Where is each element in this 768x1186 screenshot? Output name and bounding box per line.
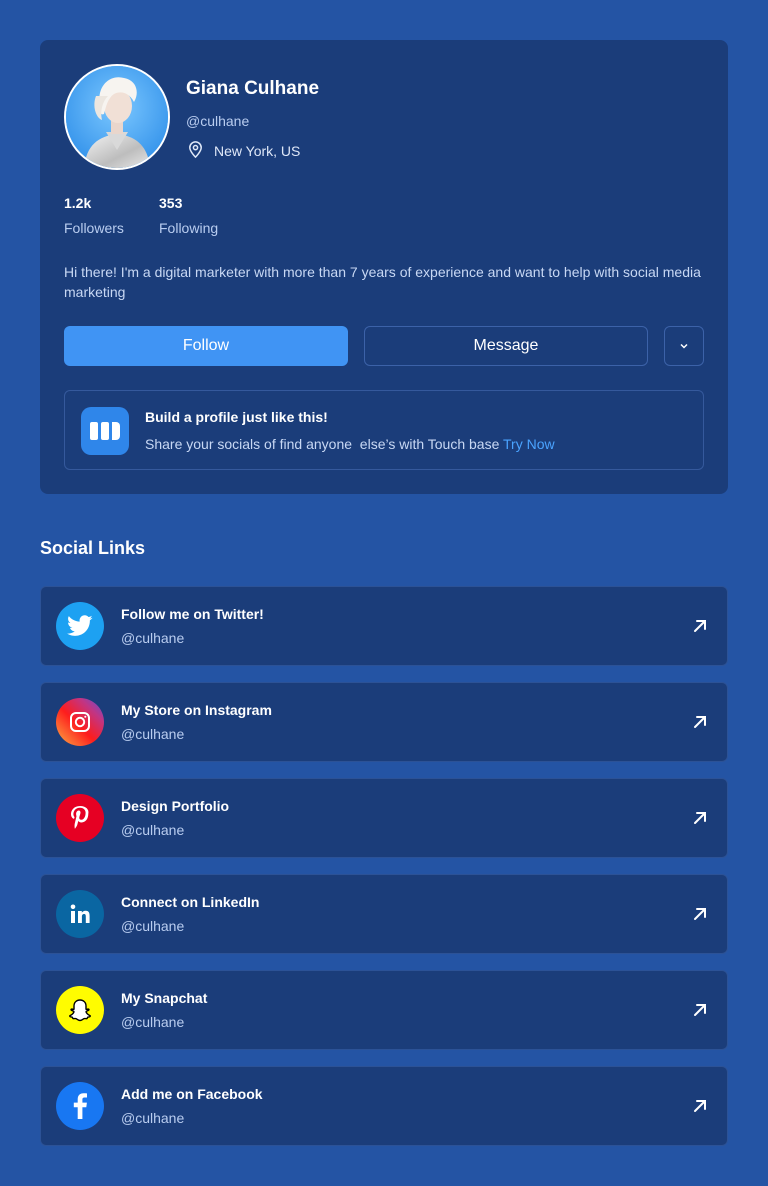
profile-handle: @culhane — [186, 113, 250, 129]
following-count: 353 — [159, 195, 183, 211]
try-now-link[interactable]: Try Now — [503, 436, 555, 452]
link-title: Follow me on Twitter! — [121, 606, 264, 622]
promo-banner: Build a profile just like this! Share yo… — [64, 390, 704, 470]
link-title: Add me on Facebook — [121, 1086, 263, 1102]
message-button[interactable]: Message — [364, 326, 648, 366]
arrow-up-right-icon — [691, 713, 709, 736]
pinterest-icon — [56, 794, 104, 842]
follow-button[interactable]: Follow — [64, 326, 348, 366]
arrow-up-right-icon — [691, 809, 709, 832]
link-title: Design Portfolio — [121, 798, 230, 814]
social-link-facebook[interactable]: Add me on Facebook @culhane — [40, 1066, 728, 1146]
profile-bio: Hi there! I'm a digital marketer with mo… — [64, 264, 701, 300]
chevron-down-icon — [678, 337, 690, 355]
arrow-up-right-icon — [691, 1001, 709, 1024]
snapchat-icon — [56, 986, 104, 1034]
link-handle: @culhane — [121, 1014, 185, 1030]
social-link-pinterest[interactable]: Design Portfolio @culhane — [40, 778, 728, 858]
followers-label: Followers — [64, 220, 124, 236]
location-pin-icon — [186, 140, 205, 162]
link-handle: @culhane — [121, 630, 185, 646]
profile-location: New York, US — [186, 140, 300, 162]
promo-description: Share your socials of find anyone else’s… — [145, 436, 503, 452]
followers-count: 1.2k — [64, 195, 92, 211]
profile-card: Giana Culhane @culhane New York, US 1.2k… — [40, 40, 728, 494]
social-link-twitter[interactable]: Follow me on Twitter! @culhane — [40, 586, 728, 666]
more-options-button[interactable] — [664, 326, 704, 366]
social-link-linkedin[interactable]: Connect on LinkedIn @culhane — [40, 874, 728, 954]
facebook-icon — [56, 1082, 104, 1130]
avatar — [64, 64, 170, 170]
link-handle: @culhane — [121, 822, 185, 838]
promo-text: Share your socials of find anyone else’s… — [145, 436, 555, 452]
location-text: New York, US — [214, 143, 301, 159]
linkedin-icon — [56, 890, 104, 938]
link-title: My Snapchat — [121, 990, 208, 1006]
social-link-snapchat[interactable]: My Snapchat @culhane — [40, 970, 728, 1050]
promo-title: Build a profile just like this! — [145, 409, 328, 425]
social-links-heading: Social Links — [40, 538, 146, 558]
link-title: Connect on LinkedIn — [121, 894, 260, 910]
instagram-icon — [56, 698, 104, 746]
touchbase-logo-icon — [81, 407, 129, 455]
arrow-up-right-icon — [691, 617, 709, 640]
link-handle: @culhane — [121, 1110, 185, 1126]
twitter-icon — [56, 602, 104, 650]
social-link-instagram[interactable]: My Store on Instagram @culhane — [40, 682, 728, 762]
link-handle: @culhane — [121, 726, 185, 742]
profile-name: Giana Culhane — [186, 78, 320, 99]
link-handle: @culhane — [121, 918, 185, 934]
arrow-up-right-icon — [691, 905, 709, 928]
following-label: Following — [159, 220, 219, 236]
arrow-up-right-icon — [691, 1097, 709, 1120]
link-title: My Store on Instagram — [121, 702, 272, 718]
